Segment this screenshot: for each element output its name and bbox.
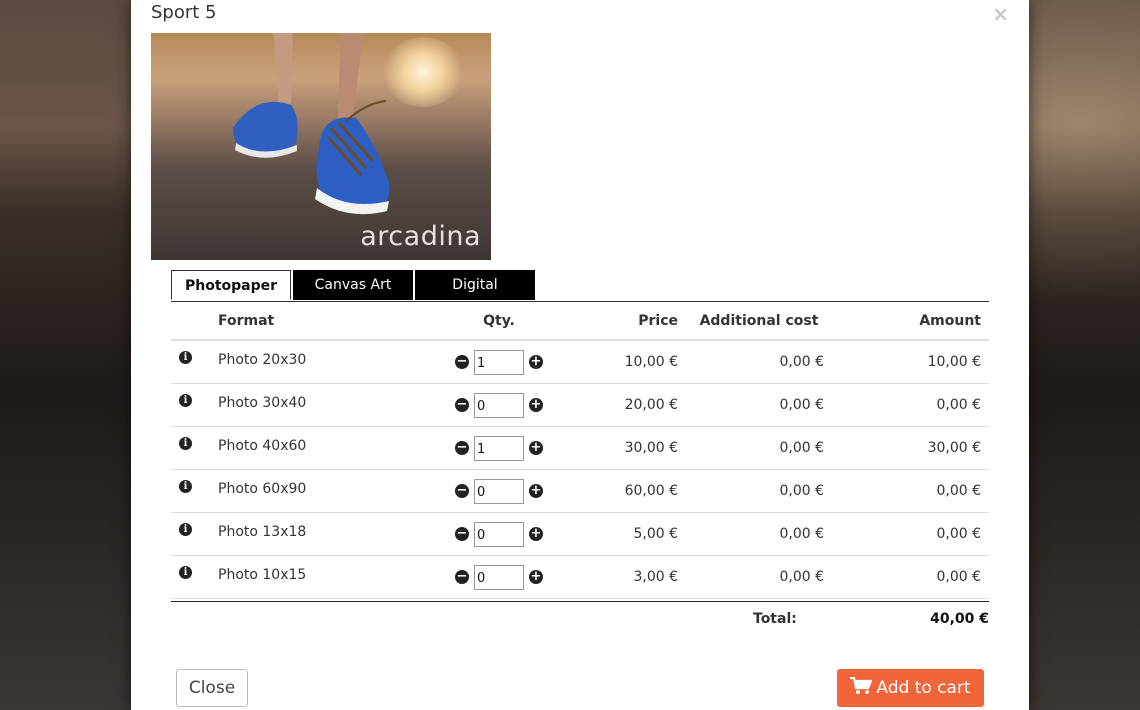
product-photo: arcadina xyxy=(151,33,491,260)
table-row: i Photo 40x60 −+ 30,00 € 0,00 € 30,00 € xyxy=(171,426,989,470)
qty-cell: −+ xyxy=(440,426,558,470)
table-row: i Photo 20x30 −+ 10,00 € 0,00 € 10,00 € xyxy=(171,340,989,384)
header-format: Format xyxy=(210,302,440,341)
price-cell: 5,00 € xyxy=(558,512,686,556)
format-label: Photo 30x40 xyxy=(218,395,307,411)
info-cell: i xyxy=(171,512,210,556)
format-cell: Photo 60x90 xyxy=(210,469,440,513)
plus-circle-icon[interactable]: + xyxy=(529,570,543,584)
tab-digital[interactable]: Digital xyxy=(415,270,535,300)
format-cell: Photo 40x60 xyxy=(210,426,440,470)
table-row: i Photo 30x40 −+ 20,00 € 0,00 € 0,00 € xyxy=(171,383,989,427)
info-icon[interactable]: i xyxy=(179,350,192,364)
format-cell: Photo 10x15 xyxy=(210,555,440,599)
additional-cost-cell: 0,00 € xyxy=(686,426,832,470)
minus-circle-icon[interactable]: − xyxy=(455,570,469,584)
additional-cost-cell: 0,00 € xyxy=(686,383,832,427)
close-button[interactable]: Close xyxy=(176,669,248,707)
additional-cost-cell: 0,00 € xyxy=(686,340,832,384)
total-value: 40,00 € xyxy=(930,611,989,627)
quantity-input[interactable] xyxy=(474,349,524,375)
info-icon[interactable]: i xyxy=(179,393,192,407)
price-table: Format Qty. Price Additional cost Amount… xyxy=(171,302,989,599)
total-label: Total: xyxy=(753,611,797,627)
info-icon[interactable]: i xyxy=(179,565,192,579)
table-row: i Photo 10x15 −+ 3,00 € 0,00 € 0,00 € xyxy=(171,555,989,599)
close-icon[interactable]: × xyxy=(992,4,1009,24)
table-header-row: Format Qty. Price Additional cost Amount xyxy=(171,302,989,341)
format-label: Photo 40x60 xyxy=(218,438,307,454)
format-cell: Photo 20x30 xyxy=(210,340,440,384)
add-to-cart-label: Add to cart xyxy=(876,678,971,698)
format-cell: Photo 13x18 xyxy=(210,512,440,556)
modal-title: Sport 5 xyxy=(151,2,217,23)
amount-cell: 0,00 € xyxy=(832,383,989,427)
product-modal: Sport 5 × arcadina Photopaper Canvas Art… xyxy=(131,0,1029,710)
additional-cost-cell: 0,00 € xyxy=(686,512,832,556)
minus-circle-icon[interactable]: − xyxy=(455,355,469,369)
format-label: Photo 60x90 xyxy=(218,481,307,497)
header-amount: Amount xyxy=(832,302,989,341)
format-tabs: Photopaper Canvas Art Digital xyxy=(171,270,537,300)
amount-cell: 0,00 € xyxy=(832,469,989,513)
plus-circle-icon[interactable]: + xyxy=(529,441,543,455)
plus-circle-icon[interactable]: + xyxy=(529,398,543,412)
header-qty: Qty. xyxy=(440,302,558,341)
info-icon[interactable]: i xyxy=(179,522,192,536)
plus-circle-icon[interactable]: + xyxy=(529,484,543,498)
cart-icon xyxy=(850,677,873,694)
additional-cost-cell: 0,00 € xyxy=(686,469,832,513)
plus-circle-icon[interactable]: + xyxy=(529,355,543,369)
format-label: Photo 10x15 xyxy=(218,567,307,583)
plus-circle-icon[interactable]: + xyxy=(529,527,543,541)
additional-cost-cell: 0,00 € xyxy=(686,555,832,599)
price-cell: 60,00 € xyxy=(558,469,686,513)
price-cell: 20,00 € xyxy=(558,383,686,427)
tab-canvas-art[interactable]: Canvas Art xyxy=(293,270,413,300)
info-cell: i xyxy=(171,340,210,384)
amount-cell: 30,00 € xyxy=(832,426,989,470)
amount-cell: 10,00 € xyxy=(832,340,989,384)
info-icon[interactable]: i xyxy=(179,436,192,450)
add-to-cart-button[interactable]: Add to cart xyxy=(837,669,984,707)
header-additional-cost: Additional cost xyxy=(686,302,832,341)
minus-circle-icon[interactable]: − xyxy=(455,484,469,498)
info-cell: i xyxy=(171,469,210,513)
tab-photopaper[interactable]: Photopaper xyxy=(171,270,291,300)
minus-circle-icon[interactable]: − xyxy=(455,441,469,455)
amount-cell: 0,00 € xyxy=(832,555,989,599)
format-label: Photo 13x18 xyxy=(218,524,307,540)
price-cell: 3,00 € xyxy=(558,555,686,599)
info-cell: i xyxy=(171,383,210,427)
minus-circle-icon[interactable]: − xyxy=(455,398,469,412)
format-label: Photo 20x30 xyxy=(218,352,307,368)
info-cell: i xyxy=(171,555,210,599)
info-icon[interactable]: i xyxy=(179,479,192,493)
quantity-input[interactable] xyxy=(474,564,524,590)
minus-circle-icon[interactable]: − xyxy=(455,527,469,541)
qty-cell: −+ xyxy=(440,469,558,513)
table-row: i Photo 60x90 −+ 60,00 € 0,00 € 0,00 € xyxy=(171,469,989,513)
qty-cell: −+ xyxy=(440,512,558,556)
table-row: i Photo 13x18 −+ 5,00 € 0,00 € 0,00 € xyxy=(171,512,989,556)
price-cell: 30,00 € xyxy=(558,426,686,470)
header-info xyxy=(171,302,210,341)
price-cell: 10,00 € xyxy=(558,340,686,384)
quantity-input[interactable] xyxy=(474,435,524,461)
quantity-input[interactable] xyxy=(474,478,524,504)
quantity-input[interactable] xyxy=(474,521,524,547)
qty-cell: −+ xyxy=(440,383,558,427)
qty-cell: −+ xyxy=(440,555,558,599)
quantity-input[interactable] xyxy=(474,392,524,418)
info-cell: i xyxy=(171,426,210,470)
header-price: Price xyxy=(558,302,686,341)
total-divider xyxy=(171,601,989,602)
amount-cell: 0,00 € xyxy=(832,512,989,556)
photo-watermark: arcadina xyxy=(360,221,481,252)
qty-cell: −+ xyxy=(440,340,558,384)
format-cell: Photo 30x40 xyxy=(210,383,440,427)
